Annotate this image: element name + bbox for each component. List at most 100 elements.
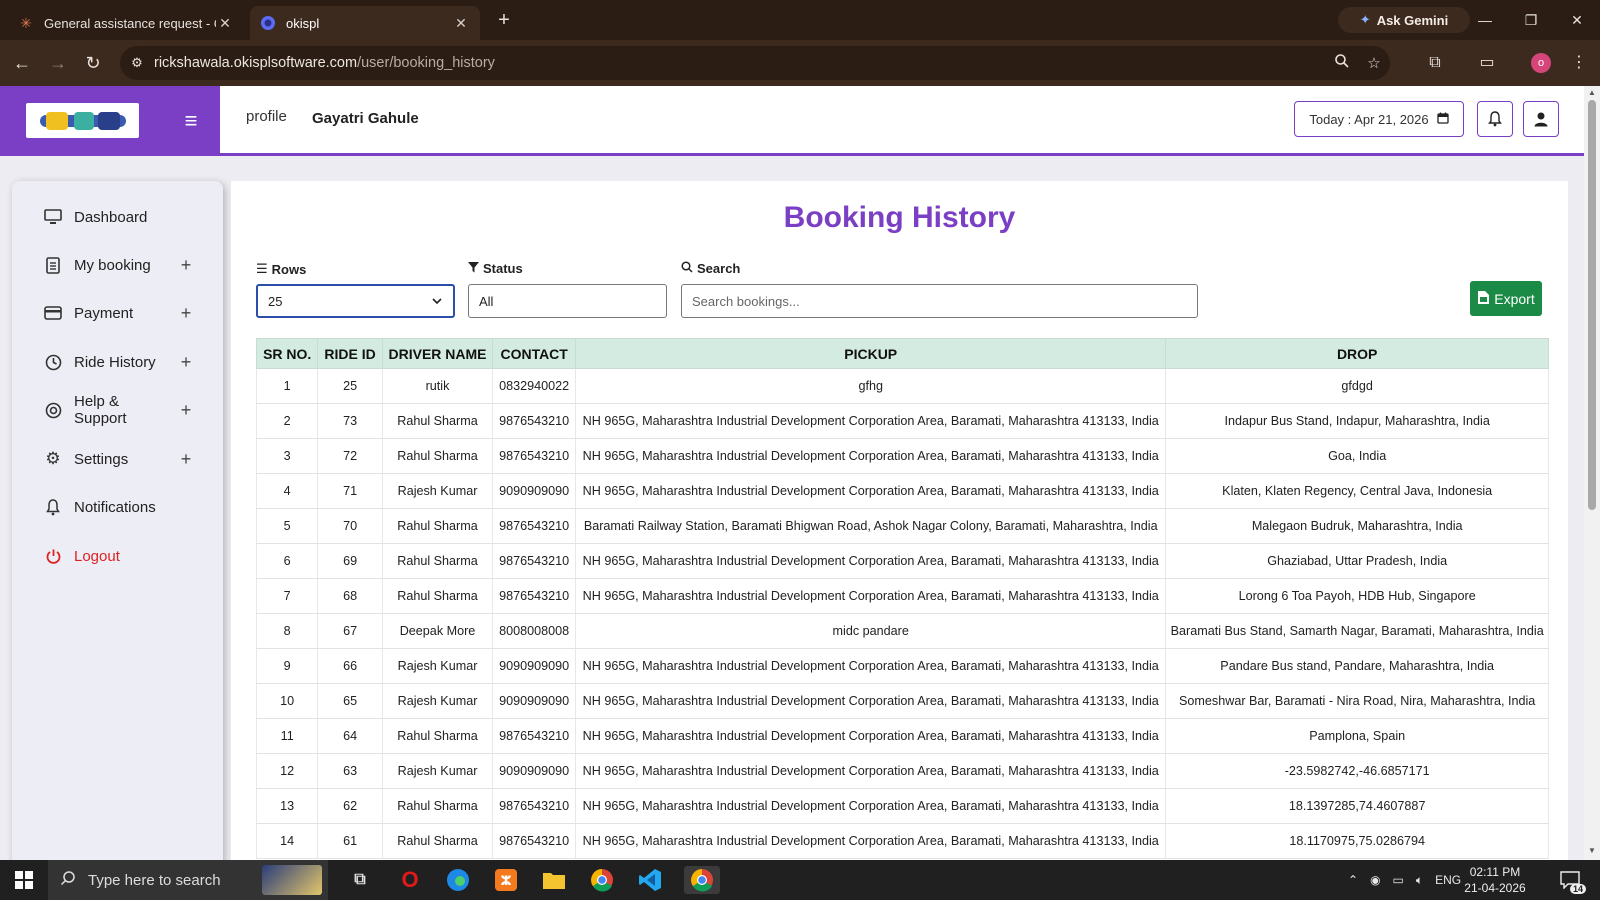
expand-plus-icon[interactable]: + (171, 303, 201, 324)
file-export-icon (1477, 290, 1490, 308)
site-info-icon[interactable]: ⚙ (120, 55, 154, 71)
taskbar-clock[interactable]: 02:11 PM 21-04-2026 (1460, 864, 1530, 896)
user-account-button[interactable] (1523, 101, 1559, 137)
chrome-active-icon[interactable] (684, 866, 720, 894)
forward-button[interactable]: → (46, 51, 70, 75)
chrome-icon[interactable] (588, 866, 616, 894)
expand-plus-icon[interactable]: + (171, 400, 201, 421)
sidebar-item-ride-history[interactable]: Ride History + (12, 344, 223, 380)
sidebar-item-dashboard[interactable]: Dashboard (12, 199, 223, 235)
media-cast-icon[interactable]: ▭ (1474, 51, 1500, 75)
task-view-icon[interactable]: ⧉ (346, 866, 374, 894)
taskbar-search-box[interactable]: Type here to search (48, 860, 328, 900)
file-explorer-icon[interactable] (540, 866, 568, 894)
cell-drop: Klaten, Klaten Regency, Central Java, In… (1165, 473, 1549, 509)
calendar-icon (1436, 112, 1449, 127)
restore-button[interactable]: ❐ (1516, 8, 1546, 32)
new-tab-button[interactable]: + (492, 8, 516, 32)
cell-driver-name: Rahul Sharma (381, 403, 494, 439)
browser-tab-bar: ✳ General assistance request - Cla ✕ oki… (0, 0, 1600, 40)
claude-favicon-icon: ✳ (20, 14, 32, 31)
sidebar-item-settings[interactable]: ⚙ Settings + (12, 441, 223, 477)
bookmark-star-icon[interactable]: ☆ (1358, 54, 1390, 72)
cell-contact: 9876543210 (492, 718, 577, 754)
status-select[interactable]: All (468, 284, 667, 318)
cell-pickup: NH 965G, Maharashtra Industrial Developm… (575, 718, 1167, 754)
cell-ride-id: 67 (317, 613, 383, 649)
profile-avatar[interactable]: o (1531, 53, 1551, 73)
gemini-icon: ✦ (1359, 12, 1371, 27)
sidebar-item-payment[interactable]: Payment + (12, 295, 223, 331)
vscode-icon[interactable] (636, 866, 664, 894)
search-input[interactable]: Search bookings... (681, 284, 1198, 318)
cell-ride-id: 68 (317, 578, 383, 614)
logo-graphic (39, 111, 126, 130)
address-bar[interactable]: ⚙ rickshawala.okisplsoftware.com/user/bo… (120, 46, 1390, 80)
tab-okispl[interactable]: okispl ✕ (250, 6, 480, 40)
app-logo[interactable] (26, 103, 139, 138)
close-tab-icon[interactable]: ✕ (452, 15, 470, 32)
edge-icon[interactable] (444, 866, 472, 894)
cell-ride-id: 69 (317, 543, 383, 579)
sidebar-item-label: Settings (74, 450, 129, 468)
close-window-button[interactable]: ✕ (1562, 8, 1592, 32)
zoom-icon[interactable] (1326, 53, 1358, 73)
opera-icon[interactable]: O (396, 866, 424, 894)
page-scrollbar[interactable]: ▲ ▼ (1584, 86, 1600, 860)
today-date-label: Today : Apr 21, 2026 (1309, 111, 1429, 127)
cell-pickup: NH 965G, Maharashtra Industrial Developm… (575, 648, 1167, 684)
sidebar-item-logout[interactable]: Logout (12, 538, 223, 574)
menu-kebab-icon[interactable]: ⋮ (1566, 51, 1592, 75)
notifications-button[interactable] (1477, 101, 1513, 137)
cell-drop: Baramati Bus Stand, Samarth Nagar, Baram… (1165, 613, 1549, 649)
cell-sr-no: 13 (255, 788, 319, 824)
network-icon[interactable]: ▭ (1393, 873, 1404, 887)
expand-plus-icon[interactable]: + (171, 449, 201, 470)
sidebar-item-my-booking[interactable]: My booking + (12, 247, 223, 283)
expand-plus-icon[interactable]: + (171, 352, 201, 373)
today-date-button[interactable]: Today : Apr 21, 2026 (1294, 101, 1464, 137)
windows-start-icon[interactable] (10, 866, 38, 894)
hamburger-menu-icon[interactable]: ≡ (180, 108, 202, 134)
volume-icon[interactable]: 🔈︎ (1416, 873, 1423, 888)
sidebar: Dashboard My booking + Payment + Ride Hi… (12, 181, 223, 860)
cell-ride-id: 66 (317, 648, 383, 684)
cell-sr-no: 3 (255, 438, 319, 474)
reload-button[interactable]: ↻ (81, 51, 105, 75)
column-header-drop: DROP (1165, 338, 1549, 369)
language-indicator[interactable]: ENG (1435, 873, 1461, 887)
rows-label-text: Rows (271, 261, 307, 277)
cell-sr-no: 14 (255, 823, 319, 859)
taskbar-search-placeholder: Type here to search (88, 871, 221, 889)
expand-plus-icon[interactable]: + (171, 255, 201, 276)
cell-ride-id: 70 (317, 508, 383, 544)
table-row: 2 73 Rahul Sharma 9876543210 NH 965G, Mahara… (255, 403, 1549, 439)
xampp-icon[interactable]: ⵣ (492, 866, 520, 894)
scroll-up-arrow-icon[interactable]: ▲ (1587, 88, 1597, 97)
close-tab-icon[interactable]: ✕ (216, 15, 234, 32)
web-page: ≡ profile Gayatri Gahule Today : Apr 21,… (0, 86, 1584, 860)
search-highlight-image (262, 865, 322, 895)
ask-gemini-button[interactable]: ✦ Ask Gemini (1338, 7, 1470, 33)
cell-contact: 9876543210 (492, 823, 577, 859)
sidebar-item-notifications[interactable]: Notifications (12, 489, 223, 525)
tab-claude[interactable]: ✳ General assistance request - Cla ✕ (8, 6, 244, 40)
app-header: ≡ profile Gayatri Gahule Today : Apr 21,… (0, 86, 1584, 156)
export-button[interactable]: Export (1470, 281, 1542, 316)
cell-ride-id: 72 (317, 438, 383, 474)
rows-select[interactable]: 25 (256, 284, 455, 318)
back-button[interactable]: ← (10, 51, 34, 75)
notification-center-icon[interactable]: 14 (1556, 866, 1586, 894)
cell-contact: 9090909090 (492, 753, 577, 789)
extensions-icon[interactable]: ⧉ (1422, 51, 1448, 75)
minimize-button[interactable]: — (1470, 8, 1500, 32)
scroll-down-arrow-icon[interactable]: ▼ (1587, 846, 1597, 855)
cell-driver-name: rutik (381, 368, 494, 404)
sidebar-item-help-support[interactable]: Help & Support + (12, 392, 223, 428)
scrollbar-thumb[interactable] (1588, 100, 1596, 510)
table-row: 11 64 Rahul Sharma 9876543210 NH 965G, Mahar… (255, 718, 1549, 754)
show-hidden-icons-chevron-icon[interactable]: ⌃ (1348, 873, 1358, 887)
webcam-icon[interactable]: ◉ (1370, 873, 1380, 887)
cell-ride-id: 71 (317, 473, 383, 509)
cell-pickup: midc pandare (575, 613, 1167, 649)
